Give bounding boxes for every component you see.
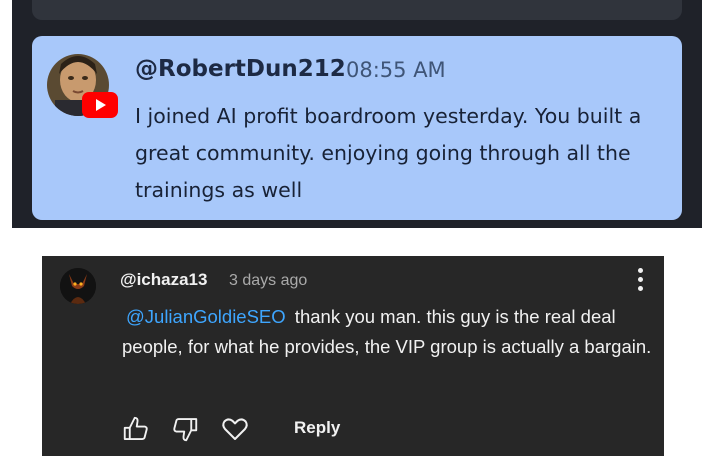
chat-username[interactable]: @RobertDun212 xyxy=(135,56,346,82)
thumbs-down-icon[interactable] xyxy=(170,414,200,444)
previous-message-card xyxy=(32,0,682,20)
thumbs-up-icon[interactable] xyxy=(121,414,151,444)
chat-message-text: I joined AI profit boardroom yesterday. … xyxy=(135,104,642,202)
comment-avatar[interactable] xyxy=(60,268,96,304)
mention-link[interactable]: @JulianGoldieSEO xyxy=(122,306,290,327)
comment-timestamp[interactable]: 3 days ago xyxy=(229,272,307,290)
more-vertical-icon[interactable] xyxy=(632,268,648,294)
comment-username[interactable]: @ichaza13 xyxy=(120,270,207,290)
youtube-icon xyxy=(82,92,118,118)
reply-button[interactable]: Reply xyxy=(294,418,340,438)
chat-timestamp: 08:55 AM xyxy=(346,58,446,82)
demon-avatar-icon xyxy=(60,268,96,304)
comment-text: @JulianGoldieSEO thank you man. this guy… xyxy=(122,302,652,362)
heart-icon[interactable] xyxy=(220,414,250,444)
